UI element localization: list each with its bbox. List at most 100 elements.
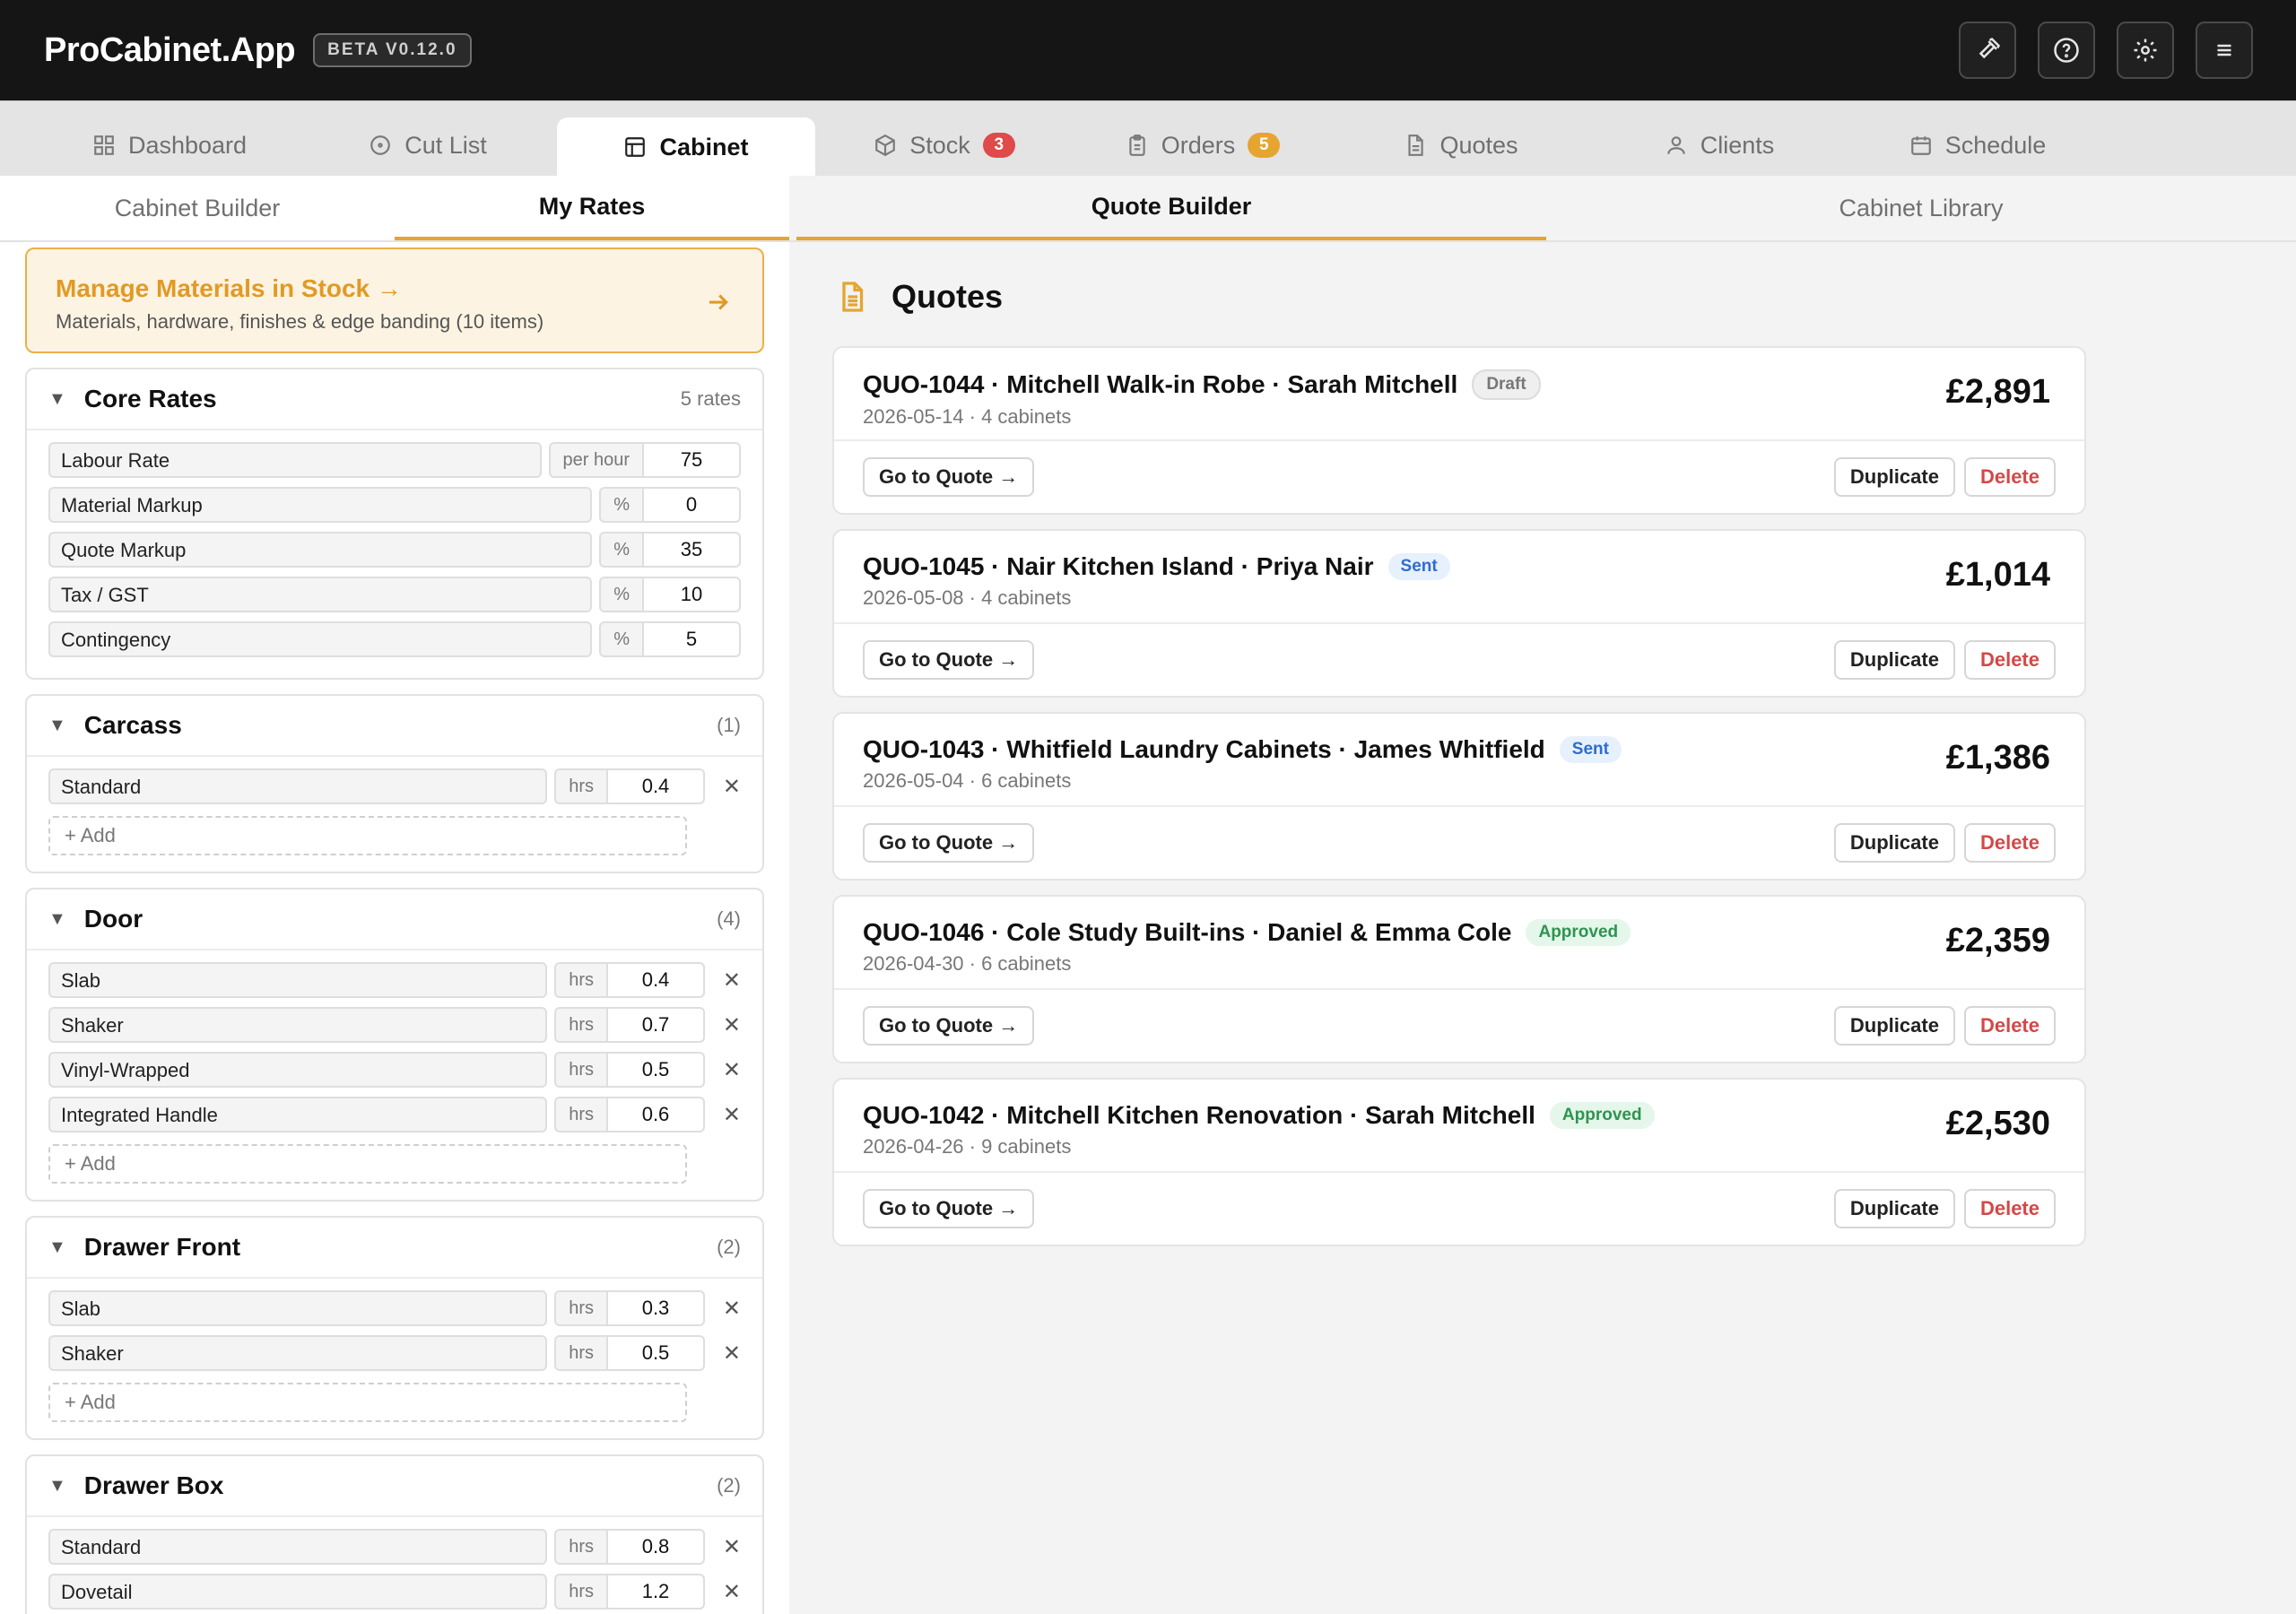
rate-row: Integrated Handle hrs 0.6 ✕ [48,1092,741,1137]
rate-value-field[interactable]: 0 [644,487,741,523]
remove-icon[interactable]: ✕ [705,1102,741,1128]
rate-name-field[interactable]: Quote Markup [48,532,593,568]
rate-value-field[interactable]: 75 [644,442,741,478]
rate-value-field[interactable]: 1.2 [608,1574,705,1610]
rate-name-field[interactable]: Standard [48,1529,548,1565]
tab-clients[interactable]: Clients [1590,101,1848,177]
duplicate-button[interactable]: Duplicate [1833,823,1955,863]
remove-icon[interactable]: ✕ [705,1296,741,1322]
delete-button[interactable]: Delete [1963,457,2056,497]
tab-label: Stock [909,131,970,159]
quote-meta: 2026-05-08 · 4 cabinets [863,586,1072,609]
go-to-quote-button[interactable]: Go to Quote → [863,1189,1035,1228]
rate-name-field[interactable]: Tax / GST [48,577,593,612]
core-rates-section: ▼ Core Rates 5 rates Labour Rate per hou… [25,368,764,680]
rate-name-field[interactable]: Standard [48,768,548,804]
rate-name-field[interactable]: Vinyl-Wrapped [48,1052,548,1088]
delete-button[interactable]: Delete [1963,1189,2056,1228]
section-count: 5 rates [680,387,741,410]
manage-materials-link[interactable]: Manage Materials in Stock → Materials, h… [25,247,764,353]
add-carcass-button[interactable]: + Add [48,816,687,855]
go-to-quote-button[interactable]: Go to Quote → [863,1006,1035,1046]
tab-quote-builder[interactable]: Quote Builder [796,176,1546,240]
delete-button[interactable]: Delete [1963,640,2056,680]
go-to-quote-button[interactable]: Go to Quote → [863,640,1035,680]
rate-name-field[interactable]: Labour Rate [48,442,542,478]
go-to-quote-button[interactable]: Go to Quote → [863,823,1035,863]
tab-dashboard[interactable]: Dashboard [40,101,299,177]
rate-name-field[interactable]: Shaker [48,1007,548,1043]
quote-title: QUO-1042 · Mitchell Kitchen Renovation ·… [863,1101,1535,1129]
remove-icon[interactable]: ✕ [705,968,741,994]
rate-value-field[interactable]: 0.4 [608,768,705,804]
quote-title: QUO-1043 · Whitfield Laundry Cabinets · … [863,735,1545,763]
tab-schedule[interactable]: Schedule [1848,101,2107,177]
go-to-quote-button[interactable]: Go to Quote → [863,457,1035,497]
rate-name-field[interactable]: Contingency [48,621,593,657]
rate-name-field[interactable]: Shaker [48,1335,548,1371]
tab-my-rates[interactable]: My Rates [395,176,789,240]
rate-value-field[interactable]: 0.7 [608,1007,705,1043]
drawer-front-header[interactable]: ▼ Drawer Front (2) [27,1218,762,1279]
add-door-button[interactable]: + Add [48,1144,687,1184]
duplicate-button[interactable]: Duplicate [1833,640,1955,680]
rate-value-field[interactable]: 0.5 [608,1335,705,1371]
quotes-panel: Quote Builder Cabinet Library Quotes QUO… [789,176,2296,1614]
status-badge: Sent [1387,553,1450,580]
tab-stock[interactable]: Stock 3 [815,101,1074,177]
duplicate-button[interactable]: Duplicate [1833,457,1955,497]
drawer-box-header[interactable]: ▼ Drawer Box (2) [27,1456,762,1517]
rate-value-field[interactable]: 0.6 [608,1097,705,1132]
rate-row: Slab hrs 0.3 ✕ [48,1286,741,1331]
door-header[interactable]: ▼ Door (4) [27,889,762,950]
rate-name-field[interactable]: Dovetail [48,1574,548,1610]
rate-name-field[interactable]: Slab [48,962,548,998]
app-title: ProCabinet.App [44,30,296,69]
help-button[interactable] [2038,22,2095,79]
tab-cut-list[interactable]: Cut List [299,101,557,177]
remove-icon[interactable]: ✕ [705,1579,741,1605]
delete-button[interactable]: Delete [1963,823,2056,863]
add-drawer-front-button[interactable]: + Add [48,1383,687,1422]
remove-icon[interactable]: ✕ [705,1534,741,1560]
rate-value-field[interactable]: 5 [644,621,741,657]
remove-icon[interactable]: ✕ [705,1057,741,1083]
rate-value-field[interactable]: 0.4 [608,962,705,998]
rate-row: Vinyl-Wrapped hrs 0.5 ✕ [48,1047,741,1092]
rate-value-field[interactable]: 10 [644,577,741,612]
tab-cabinet-builder[interactable]: Cabinet Builder [0,176,395,240]
tab-cabinet-library[interactable]: Cabinet Library [1546,176,2296,240]
arrow-right-icon [709,294,728,310]
delete-button[interactable]: Delete [1963,1006,2056,1046]
tab-orders[interactable]: Orders 5 [1074,101,1332,177]
section-count: (1) [717,714,741,736]
collapse-caret-icon: ▼ [48,388,66,409]
settings-button[interactable] [2117,22,2174,79]
remove-icon[interactable]: ✕ [705,1012,741,1038]
remove-icon[interactable]: ✕ [705,774,741,800]
tab-label: Cut List [404,131,487,159]
rate-name-field[interactable]: Slab [48,1290,548,1326]
duplicate-button[interactable]: Duplicate [1833,1006,1955,1046]
rate-name-field[interactable]: Material Markup [48,487,593,523]
remove-icon[interactable]: ✕ [705,1341,741,1367]
tab-label: Quotes [1439,131,1518,159]
tools-button[interactable] [1959,22,2016,79]
rate-value-field[interactable]: 35 [644,532,741,568]
duplicate-button[interactable]: Duplicate [1833,1189,1955,1228]
rate-unit: hrs [554,1529,608,1565]
rate-name-field[interactable]: Integrated Handle [48,1097,548,1132]
rate-value-field[interactable]: 0.5 [608,1052,705,1088]
tab-cabinet[interactable]: Cabinet [557,117,815,177]
rate-value-field[interactable]: 0.3 [608,1290,705,1326]
collapse-caret-icon: ▼ [48,908,66,929]
rate-row: Labour Rate per hour 75 [48,438,741,482]
help-icon [2054,38,2079,63]
core-rates-header[interactable]: ▼ Core Rates 5 rates [27,369,762,430]
carcass-header[interactable]: ▼ Carcass (1) [27,696,762,757]
status-badge: Sent [1559,736,1622,763]
tab-quotes[interactable]: Quotes [1332,101,1590,177]
menu-icon [2217,44,2231,56]
menu-button[interactable] [2196,22,2253,79]
rate-value-field[interactable]: 0.8 [608,1529,705,1565]
